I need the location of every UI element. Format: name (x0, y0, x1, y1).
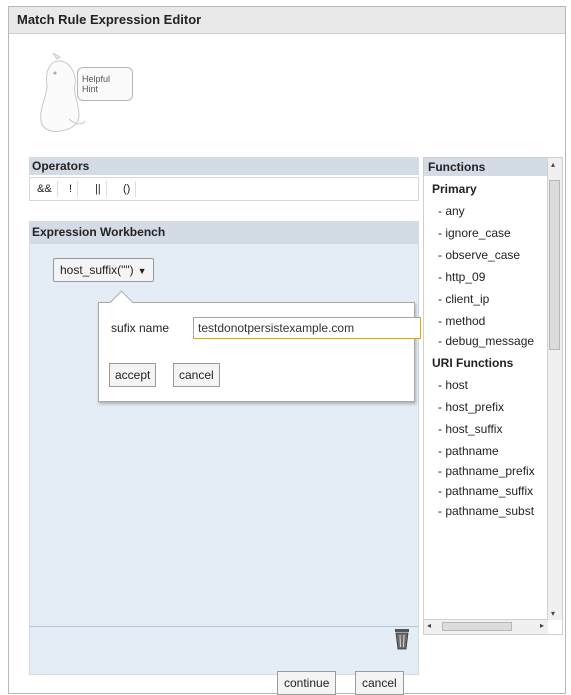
operator-group[interactable]: () (118, 181, 137, 197)
function-item-observe-case[interactable]: - observe_case (428, 244, 548, 266)
function-item-pathname-subst[interactable]: - pathname_subst (428, 502, 548, 522)
cancel-button[interactable]: cancel (355, 671, 404, 695)
accept-button[interactable]: accept (109, 363, 157, 387)
functions-horizontal-scrollbar[interactable]: ◂ ▸ (424, 619, 548, 634)
function-item-ignore-case[interactable]: - ignore_case (428, 222, 548, 244)
continue-button[interactable]: continue (277, 671, 337, 695)
popup-cancel-button[interactable]: cancel (173, 363, 220, 387)
function-item-pathname-prefix[interactable]: - pathname_prefix (428, 462, 548, 482)
window-title: Match Rule Expression Editor (9, 7, 565, 34)
suffix-name-input[interactable] (193, 317, 421, 339)
chevron-down-icon: ▼ (137, 266, 147, 276)
functions-header: Functions (424, 158, 548, 176)
function-item-client-ip[interactable]: - client_ip (428, 288, 548, 310)
popup-pointer (109, 290, 134, 315)
function-item-http-09[interactable]: - http_09 (428, 266, 548, 288)
helpful-hint[interactable]: Helpful Hint (29, 45, 139, 145)
scroll-left-icon[interactable]: ◂ (427, 621, 431, 630)
function-group-primary: Primary (432, 182, 477, 196)
workbench-header: Expression Workbench (29, 221, 419, 243)
vertical-scroll-thumb[interactable] (549, 180, 560, 350)
function-item-host-prefix[interactable]: - host_prefix (428, 396, 548, 418)
operators-header: Operators (29, 157, 419, 175)
operator-and[interactable]: && (32, 181, 58, 197)
function-item-host-suffix[interactable]: - host_suffix (428, 418, 548, 440)
function-group-uri: URI Functions (432, 356, 514, 370)
expression-workbench: host_suffix("")▼ sufix name accept cance… (29, 243, 421, 675)
function-item-debug-message[interactable]: - debug_message (428, 332, 548, 352)
expression-editor-window: Match Rule Expression Editor Helpful Hin… (8, 6, 566, 695)
expression-node-label: host_suffix("") (60, 263, 134, 277)
functions-panel: Functions Primary - any - ignore_case - … (423, 157, 563, 635)
function-item-pathname[interactable]: - pathname (428, 440, 548, 462)
scroll-down-icon[interactable]: ▾ (551, 609, 555, 618)
operator-not[interactable]: ! (64, 181, 79, 197)
operators-toolbar: && ! || () (29, 177, 419, 201)
function-item-pathname-suffix[interactable]: - pathname_suffix (428, 482, 548, 502)
hint-bubble: Helpful Hint (77, 67, 133, 101)
functions-list: Primary - any - ignore_case - observe_ca… (428, 178, 548, 522)
operator-or[interactable]: || (90, 181, 107, 197)
scroll-up-icon[interactable]: ▴ (551, 160, 555, 169)
function-item-host[interactable]: - host (428, 374, 548, 396)
suffix-popup: sufix name accept cancel (98, 290, 421, 402)
scroll-right-icon[interactable]: ▸ (540, 621, 544, 630)
horizontal-scroll-thumb[interactable] (442, 622, 512, 631)
functions-vertical-scrollbar[interactable]: ▴ ▾ (547, 158, 562, 620)
function-item-any[interactable]: - any (428, 200, 548, 222)
trash-icon[interactable] (394, 628, 410, 650)
workbench-divider (30, 626, 418, 627)
suffix-name-label: sufix name (111, 321, 170, 335)
expression-node-button[interactable]: host_suffix("") ▼ (53, 258, 154, 282)
function-item-method[interactable]: - method (428, 310, 548, 332)
